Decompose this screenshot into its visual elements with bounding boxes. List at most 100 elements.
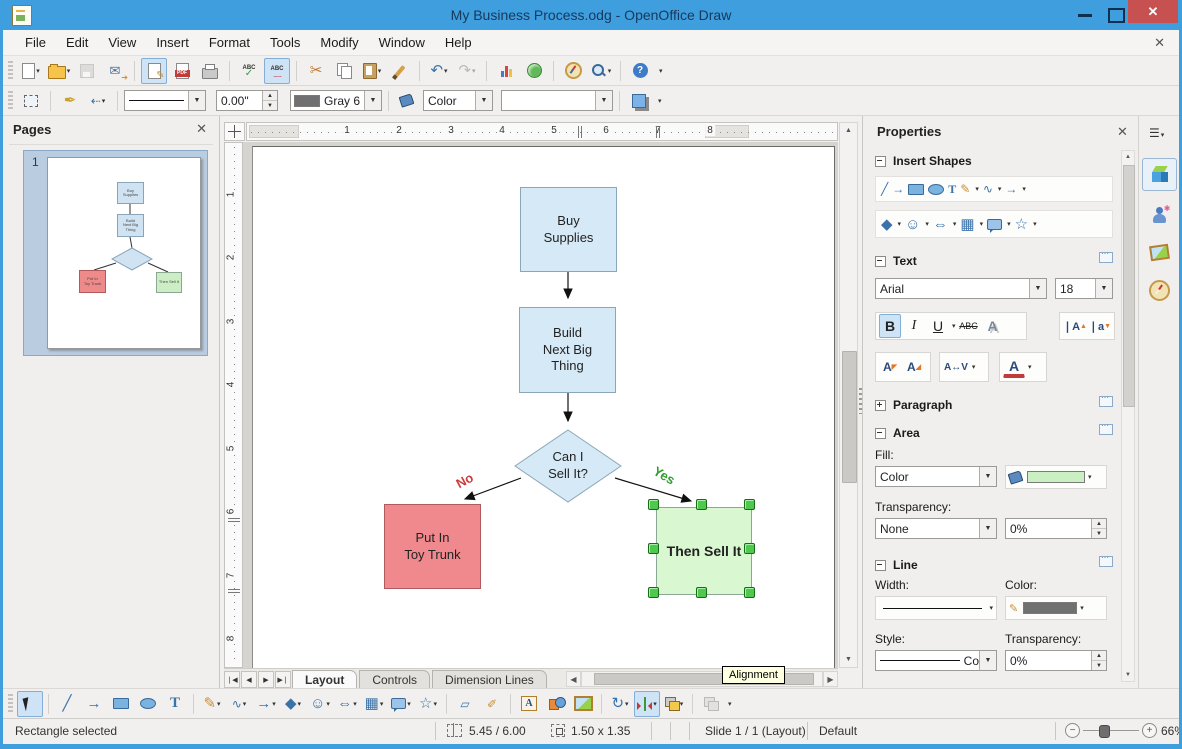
drawing-canvas[interactable]: Buy Supplies Build Next Big Thing Can I … [243,142,838,668]
menu-view[interactable]: View [98,31,146,54]
italic-button[interactable]: I [903,314,925,338]
export-pdf-button[interactable]: PDF [169,58,195,84]
insert-curve-icon[interactable]: ✎ [960,183,970,195]
scroll-right-icon[interactable]: ▶ [823,671,838,687]
lines-arrows-button[interactable]: →▾ [253,691,279,717]
insert-arrow-icon[interactable]: → [892,183,904,195]
transparency-type-select[interactable]: None▼ [875,518,997,539]
next-layer-icon[interactable]: ▶ [258,671,274,688]
alignment-button[interactable]: ▾ [634,691,660,717]
line-style-select[interactable]: Co▼ [875,650,997,671]
collapse-icon[interactable] [875,428,886,439]
print-button[interactable] [197,58,223,84]
flowchart-decision-label[interactable]: Can I Sell It? [528,446,608,486]
strikethrough-button[interactable]: ABC [958,314,980,338]
text-shadow-button[interactable]: A [982,314,1004,338]
toolbar-overflow-icon[interactable]: ▾ [728,700,732,708]
flowchart-node-build-thing[interactable]: Build Next Big Thing [519,307,616,393]
scroll-up-icon[interactable]: ▲ [840,123,857,138]
insert-line-icon[interactable]: ╱ [881,183,888,195]
properties-scrollbar[interactable]: ▲ ▼ [1121,150,1135,682]
flowchart-node-buy-supplies[interactable]: Buy Supplies [520,187,617,272]
email-button[interactable]: ✉➔ [102,58,128,84]
selection-handle-n[interactable] [696,499,707,510]
insert-ellipse-icon[interactable] [928,184,944,195]
insert-lines-arrows-icon[interactable]: → [1005,183,1017,195]
ellipse-tool-button[interactable] [135,691,161,717]
rotate-button[interactable]: ↻▾ [607,691,633,717]
block-arrows-button[interactable]: ⇔▾ [334,691,360,717]
scroll-up-icon[interactable]: ▲ [1122,151,1134,163]
horizontal-ruler[interactable]: 1 2 3 4 5 6 7 8 [246,122,838,141]
block-arrows-icon[interactable]: ⇔ [933,217,948,232]
line-color-select[interactable]: Gray 6▼ [290,90,382,111]
toolbar-overflow-icon[interactable]: ▾ [658,97,662,105]
undo-button[interactable]: ↶▾ [426,58,452,84]
scroll-down-icon[interactable]: ▼ [840,652,857,667]
character-spacing-icon[interactable]: A↔V [943,355,969,379]
fill-color-select[interactable]: ▼ [501,90,613,111]
underline-button[interactable]: U [927,314,949,338]
line-dialog-button[interactable]: ✒ [57,88,83,114]
line-tool-button[interactable]: ╱ [54,691,80,717]
canvas-horizontal-scrollbar[interactable] [581,671,823,687]
flowchart-shapes-icon[interactable]: ▦ [960,217,974,232]
selection-handle-ne[interactable] [744,499,755,510]
close-button[interactable]: ✕ [1128,0,1178,23]
vertical-scrollbar-thumb[interactable] [842,351,857,483]
transparency-value-stepper[interactable]: 0%▲▼ [1005,518,1107,539]
paragraph-dialog-launcher-icon[interactable] [1099,396,1113,407]
canvas-vertical-scrollbar[interactable]: ▲ ▼ [839,122,858,668]
font-color-icon[interactable]: A [1003,357,1025,378]
freeform-curve-button[interactable]: ✎▾ [199,691,225,717]
scroll-left-icon[interactable]: ◀ [566,671,581,687]
menu-insert[interactable]: Insert [146,31,199,54]
basic-shapes-icon[interactable]: ◆ [881,217,893,232]
spelling-button[interactable]: ABC✓ [236,58,262,84]
extrusion-button[interactable] [698,691,724,717]
fontwork-button[interactable]: A [516,691,542,717]
selection-handle-s[interactable] [696,587,707,598]
edit-points-button[interactable]: ▱ [452,691,478,717]
help-button[interactable]: ? [627,58,653,84]
line-dialog-launcher-icon[interactable] [1099,556,1113,567]
arrange-button[interactable]: ▾ [661,691,687,717]
text-tool-button[interactable]: T [162,691,188,717]
selection-handle-se[interactable] [744,587,755,598]
zoom-out-icon[interactable]: − [1065,723,1080,738]
collapse-icon[interactable] [875,560,886,571]
line-transparency-stepper[interactable]: 0%▲▼ [1005,650,1107,671]
first-layer-icon[interactable]: ❘◀ [224,671,240,688]
fill-type-select[interactable]: Color▼ [423,90,493,111]
from-file-button[interactable] [543,691,569,717]
insert-connector-icon[interactable]: ∿ [983,183,993,195]
menu-window[interactable]: Window [369,31,435,54]
toolbar-grip[interactable] [8,694,13,714]
properties-scrollbar-thumb[interactable] [1123,165,1135,407]
pages-panel-close-icon[interactable]: ✕ [196,121,207,137]
insert-text-icon[interactable]: T [948,183,956,195]
open-button[interactable]: ▾ [46,58,72,84]
page-style[interactable]: Default [819,724,857,738]
navigator-button[interactable] [560,58,586,84]
zoom-button[interactable]: ▾ [588,58,614,84]
menu-modify[interactable]: Modify [310,31,368,54]
tab-layout[interactable]: Layout [292,670,357,688]
symbol-shapes-button[interactable]: ☺▾ [307,691,333,717]
toolbar-grip[interactable] [8,91,13,111]
bold-button[interactable]: B [879,314,901,338]
connector-yes-branch[interactable] [615,478,691,501]
scroll-down-icon[interactable]: ▼ [1122,669,1134,681]
rectangle-tool-button[interactable] [108,691,134,717]
selection-handle-e[interactable] [744,543,755,554]
edit-mode-button[interactable]: ✎ [141,58,167,84]
flowchart-node-toy-trunk[interactable]: Put In Toy Trunk [384,504,481,589]
insert-rectangle-icon[interactable] [908,184,924,195]
flowchart-shapes-button[interactable]: ▦▾ [361,691,387,717]
area-dialog-launcher-icon[interactable] [1099,424,1113,435]
selection-handle-sw[interactable] [648,587,659,598]
connector-button[interactable]: ∿▾ [226,691,252,717]
line-width-button[interactable]: ▾ [875,596,997,620]
basic-shapes-button[interactable]: ◆▾ [280,691,306,717]
page-thumbnail[interactable]: 1 Buy Supplies Build Next Big Thing Put … [23,150,208,356]
